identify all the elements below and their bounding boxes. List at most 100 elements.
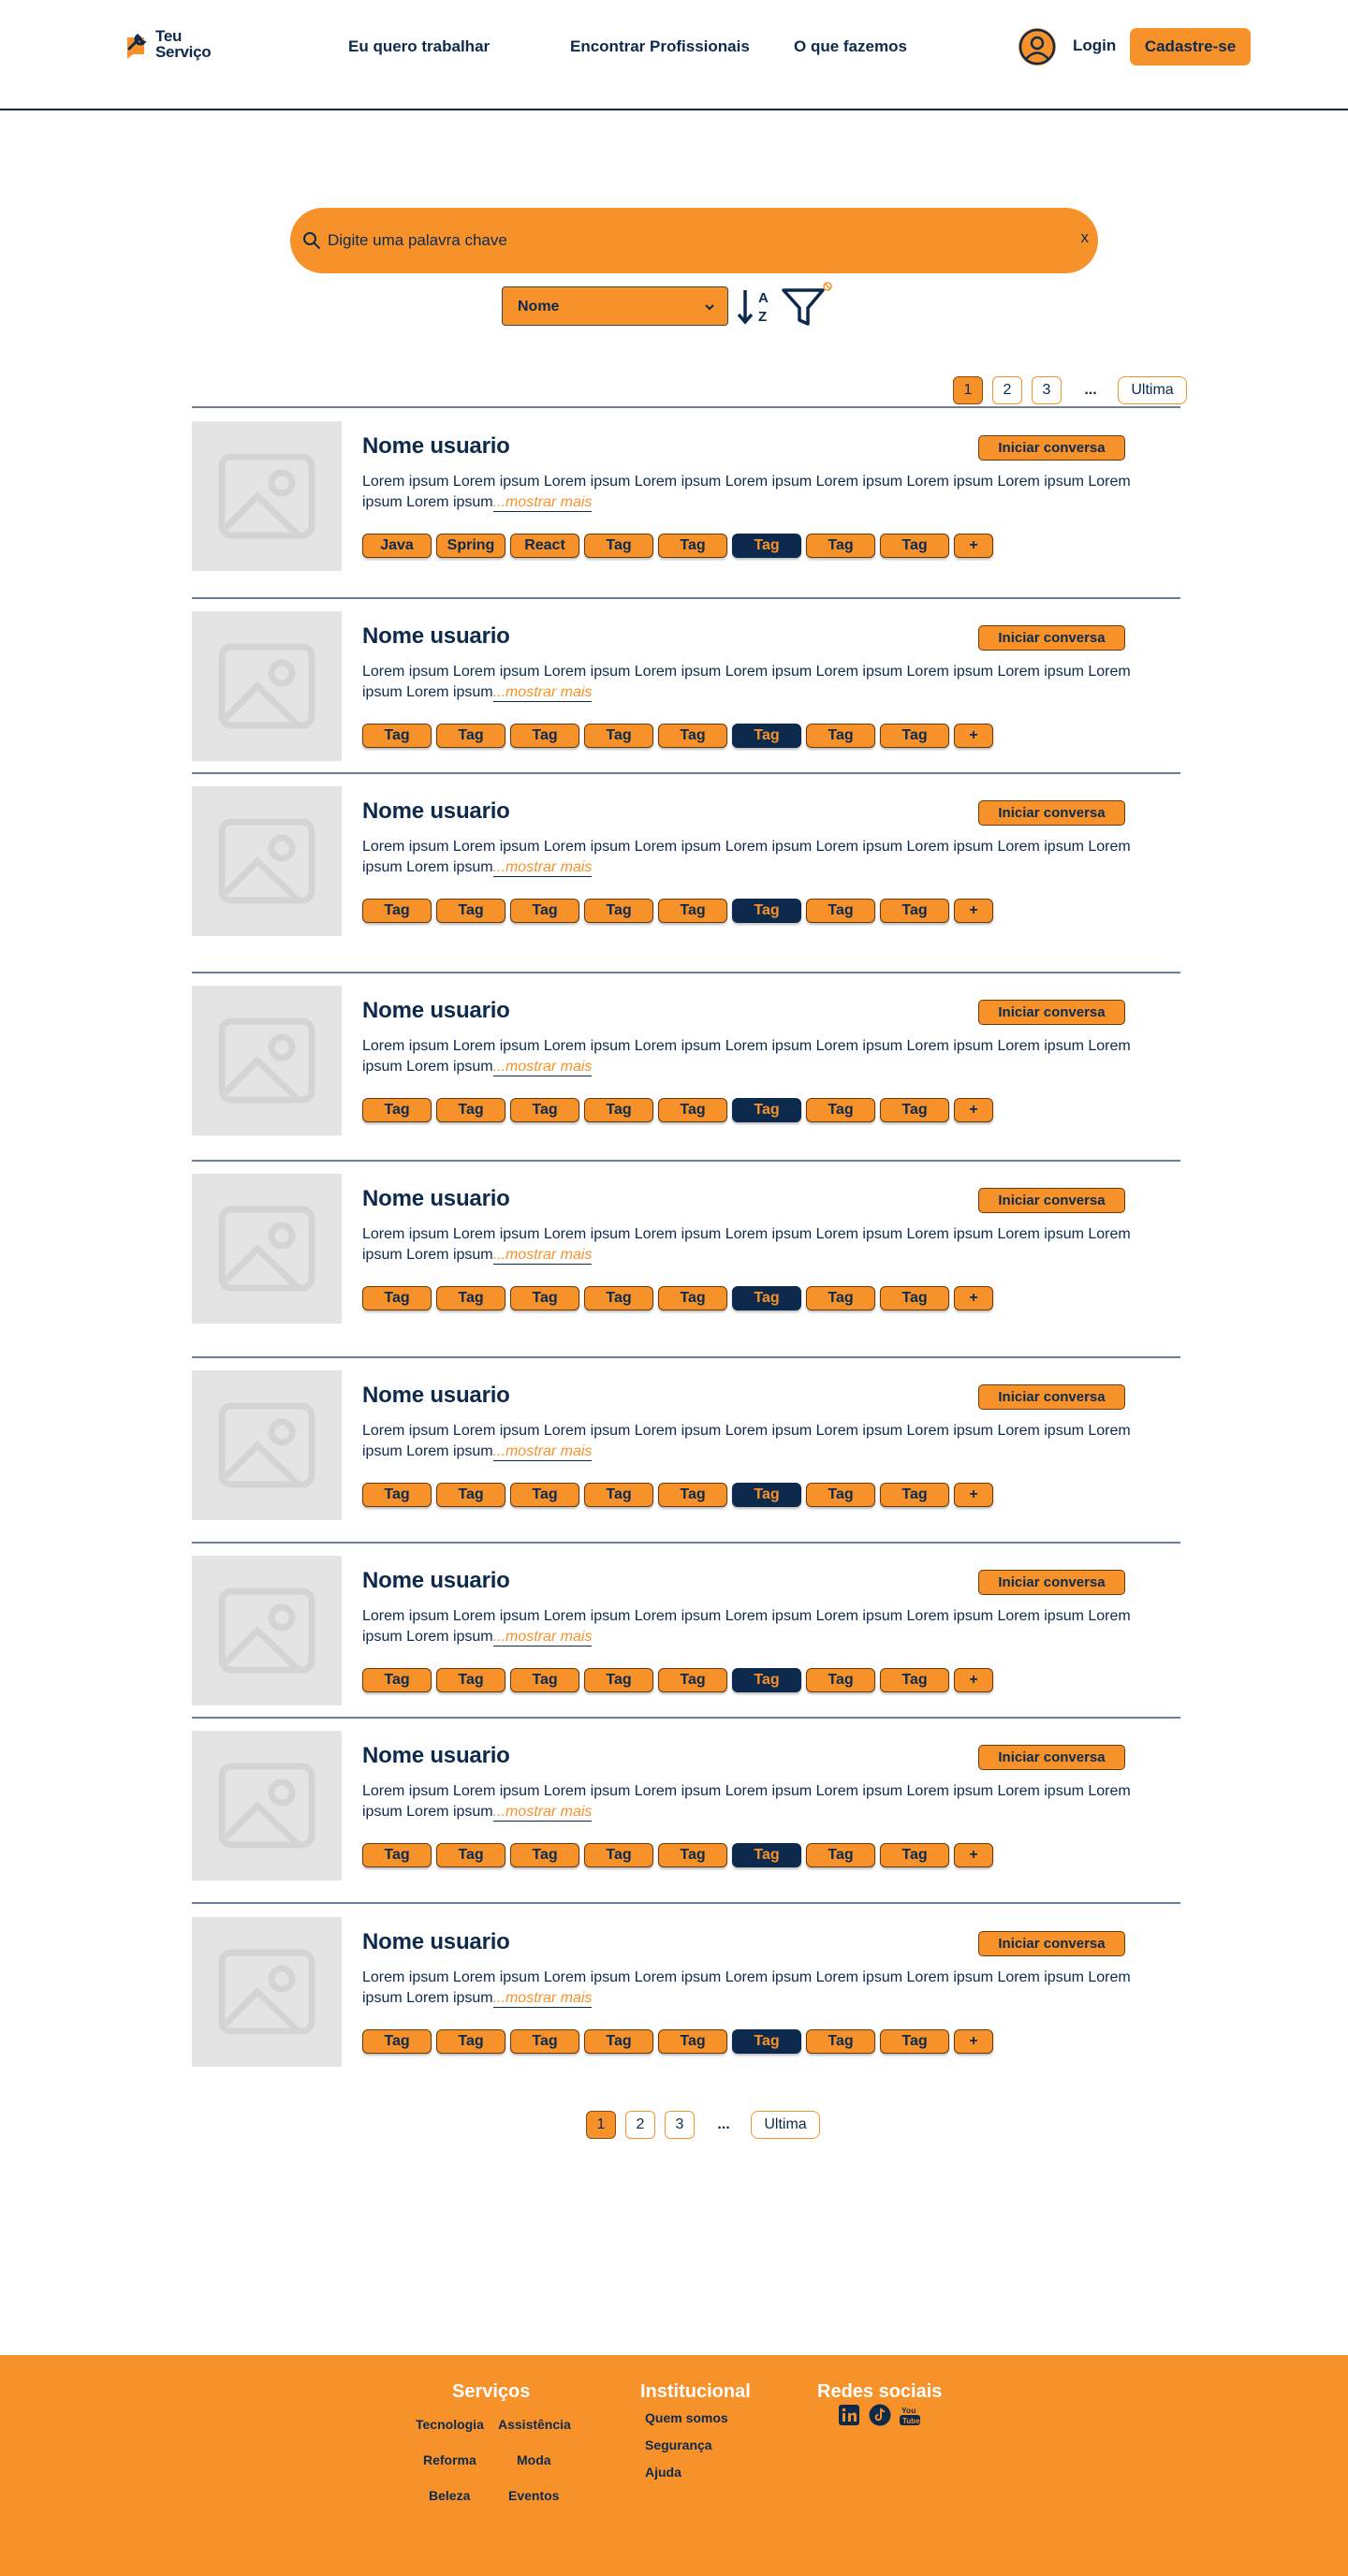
tag-chip[interactable]: Tag bbox=[658, 534, 727, 558]
start-chat-button[interactable]: Iniciar conversa bbox=[978, 1931, 1125, 1956]
tag-chip[interactable]: Tag bbox=[732, 1843, 801, 1867]
youtube-icon[interactable]: You Tube bbox=[899, 2404, 921, 2426]
tag-chip[interactable]: Tag bbox=[510, 1286, 579, 1310]
tag-chip[interactable]: Tag bbox=[584, 534, 653, 558]
tag-chip[interactable]: Tag bbox=[436, 724, 506, 748]
page-button-1[interactable]: 1 bbox=[586, 2111, 616, 2139]
tag-chip[interactable]: Tag bbox=[732, 1098, 801, 1122]
sort-field-select[interactable]: Nome bbox=[502, 286, 728, 326]
page-button-2[interactable]: 2 bbox=[625, 2111, 655, 2139]
show-more-link[interactable]: ...mostrar mais bbox=[492, 1804, 593, 1822]
tag-chip[interactable]: Tag bbox=[584, 1668, 653, 1692]
tag-chip[interactable]: Tag bbox=[806, 1483, 875, 1507]
tag-chip[interactable]: Tag bbox=[880, 2029, 949, 2054]
tag-chip[interactable]: Tag bbox=[732, 2029, 801, 2054]
tag-chip[interactable]: Tag bbox=[436, 1098, 506, 1122]
show-more-link[interactable]: ...mostrar mais bbox=[492, 494, 593, 512]
tag-chip[interactable]: Tag bbox=[732, 899, 801, 923]
tag-chip[interactable]: Tag bbox=[732, 1668, 801, 1692]
page-last-button[interactable]: Ultima bbox=[751, 2111, 820, 2139]
tag-chip[interactable]: Tag bbox=[732, 534, 801, 558]
tag-chip[interactable]: Tag bbox=[880, 724, 949, 748]
tag-chip[interactable]: Tag bbox=[806, 1286, 875, 1310]
tag-chip[interactable]: Tag bbox=[362, 1286, 432, 1310]
tag-chip[interactable]: Tag bbox=[658, 2029, 727, 2054]
start-chat-button[interactable]: Iniciar conversa bbox=[978, 800, 1125, 826]
more-tags-button[interactable]: + bbox=[954, 899, 993, 923]
tag-chip[interactable]: Tag bbox=[362, 1098, 432, 1122]
tag-chip[interactable]: Spring bbox=[436, 534, 506, 558]
start-chat-button[interactable]: Iniciar conversa bbox=[978, 625, 1125, 651]
more-tags-button[interactable]: + bbox=[954, 1286, 993, 1310]
start-chat-button[interactable]: Iniciar conversa bbox=[978, 1188, 1125, 1213]
show-more-link[interactable]: ...mostrar mais bbox=[492, 1629, 593, 1647]
footer-link-assistencia[interactable]: Assistência bbox=[498, 2417, 571, 2432]
tag-chip[interactable]: Tag bbox=[880, 899, 949, 923]
tag-chip[interactable]: Tag bbox=[806, 1668, 875, 1692]
tag-chip[interactable]: Tag bbox=[584, 2029, 653, 2054]
tag-chip[interactable]: Tag bbox=[584, 1483, 653, 1507]
tag-chip[interactable]: Tag bbox=[880, 534, 949, 558]
tag-chip[interactable]: Tag bbox=[658, 1098, 727, 1122]
tag-chip[interactable]: Tag bbox=[584, 724, 653, 748]
more-tags-button[interactable]: + bbox=[954, 1843, 993, 1867]
user-avatar-icon[interactable] bbox=[1018, 28, 1056, 66]
start-chat-button[interactable]: Iniciar conversa bbox=[978, 1384, 1125, 1410]
tag-chip[interactable]: Tag bbox=[806, 899, 875, 923]
tag-chip[interactable]: Tag bbox=[732, 1286, 801, 1310]
tag-chip[interactable]: Tag bbox=[510, 1843, 579, 1867]
sort-alpha-icon[interactable]: A Z bbox=[736, 286, 775, 326]
signup-button[interactable]: Cadastre-se bbox=[1130, 28, 1251, 66]
tiktok-icon[interactable] bbox=[869, 2404, 891, 2426]
footer-link-seguranca[interactable]: Segurança bbox=[645, 2437, 712, 2452]
tag-chip[interactable]: Tag bbox=[732, 724, 801, 748]
show-more-link[interactable]: ...mostrar mais bbox=[492, 1990, 593, 2008]
tag-chip[interactable]: Tag bbox=[658, 724, 727, 748]
page-button-1[interactable]: 1 bbox=[953, 376, 983, 404]
footer-link-eventos[interactable]: Eventos bbox=[508, 2488, 559, 2503]
more-tags-button[interactable]: + bbox=[954, 1098, 993, 1122]
tag-chip[interactable]: Tag bbox=[362, 2029, 432, 2054]
tag-chip[interactable]: Tag bbox=[880, 1098, 949, 1122]
tag-chip[interactable]: Tag bbox=[510, 1483, 579, 1507]
tag-chip[interactable]: Tag bbox=[510, 724, 579, 748]
tag-chip[interactable]: Tag bbox=[362, 1668, 432, 1692]
tag-chip[interactable]: Tag bbox=[584, 1843, 653, 1867]
tag-chip[interactable]: Tag bbox=[806, 724, 875, 748]
tag-chip[interactable]: Tag bbox=[806, 1843, 875, 1867]
tag-chip[interactable]: Tag bbox=[436, 2029, 506, 2054]
page-button-3[interactable]: 3 bbox=[665, 2111, 695, 2139]
tag-chip[interactable]: Tag bbox=[658, 899, 727, 923]
tag-chip[interactable]: Tag bbox=[584, 1098, 653, 1122]
tag-chip[interactable]: Tag bbox=[362, 724, 432, 748]
start-chat-button[interactable]: Iniciar conversa bbox=[978, 1000, 1125, 1025]
start-chat-button[interactable]: Iniciar conversa bbox=[978, 1745, 1125, 1770]
more-tags-button[interactable]: + bbox=[954, 1483, 993, 1507]
footer-link-reforma[interactable]: Reforma bbox=[423, 2452, 476, 2467]
tag-chip[interactable]: React bbox=[510, 534, 579, 558]
footer-link-beleza[interactable]: Beleza bbox=[429, 2488, 470, 2503]
tag-chip[interactable]: Tag bbox=[806, 2029, 875, 2054]
tag-chip[interactable]: Tag bbox=[584, 899, 653, 923]
show-more-link[interactable]: ...mostrar mais bbox=[492, 1247, 593, 1265]
tag-chip[interactable]: Tag bbox=[436, 1286, 506, 1310]
tag-chip[interactable]: Tag bbox=[362, 1483, 432, 1507]
tag-chip[interactable]: Tag bbox=[436, 1483, 506, 1507]
footer-link-quem-somos[interactable]: Quem somos bbox=[645, 2410, 728, 2425]
login-link[interactable]: Login bbox=[1073, 37, 1116, 55]
tag-chip[interactable]: Tag bbox=[362, 1843, 432, 1867]
more-tags-button[interactable]: + bbox=[954, 1668, 993, 1692]
search-clear-button[interactable]: x bbox=[1081, 228, 1090, 247]
start-chat-button[interactable]: Iniciar conversa bbox=[978, 435, 1125, 461]
tag-chip[interactable]: Tag bbox=[880, 1668, 949, 1692]
search-input[interactable] bbox=[328, 208, 1039, 273]
tag-chip[interactable]: Tag bbox=[510, 899, 579, 923]
tag-chip[interactable]: Tag bbox=[658, 1843, 727, 1867]
page-last-button[interactable]: Ultima bbox=[1118, 376, 1187, 404]
page-button-2[interactable]: 2 bbox=[992, 376, 1022, 404]
tag-chip[interactable]: Tag bbox=[880, 1843, 949, 1867]
tag-chip[interactable]: Tag bbox=[510, 2029, 579, 2054]
filter-icon[interactable] bbox=[781, 281, 835, 329]
nav-encontrar-profissionais[interactable]: Encontrar Profissionais bbox=[570, 37, 750, 56]
tag-chip[interactable]: Tag bbox=[880, 1286, 949, 1310]
